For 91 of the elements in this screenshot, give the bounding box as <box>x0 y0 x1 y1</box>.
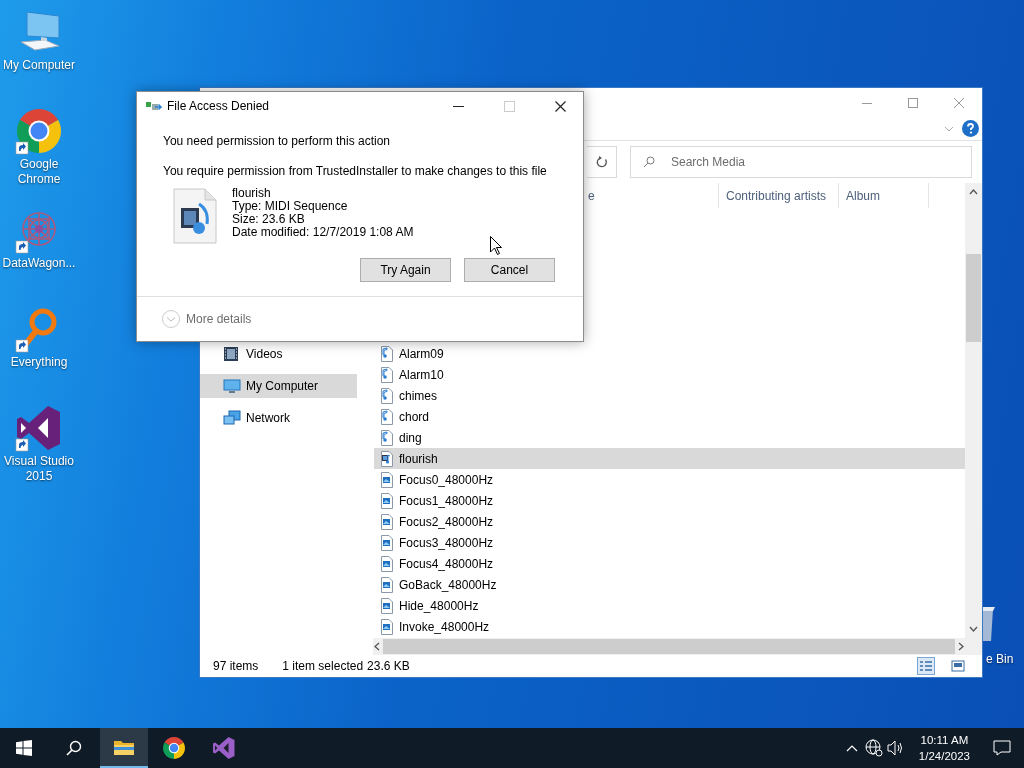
scroll-left-icon <box>373 642 380 651</box>
view-button[interactable] <box>917 657 935 675</box>
selection-status: 1 item selected <box>282 659 364 673</box>
maximize-icon <box>503 100 515 112</box>
vertical-scrollbar[interactable] <box>965 183 982 655</box>
dialog-title: File Access Denied <box>167 99 271 113</box>
file-row[interactable]: Focus4_48000Hz <box>374 553 966 574</box>
infinity-logo-icon <box>212 736 236 760</box>
image-file-icon <box>380 534 394 551</box>
file-row[interactable]: ding <box>374 427 966 448</box>
chrome-logo-icon <box>162 736 186 760</box>
image-file-icon <box>380 471 394 488</box>
column-header[interactable]: Contributing artists <box>719 183 839 208</box>
network-tray-button[interactable] <box>862 739 885 757</box>
refresh-icon <box>595 156 608 168</box>
more-details-link[interactable]: More details <box>186 312 252 326</box>
search-icon <box>66 740 82 756</box>
file-date-modified: Date modified: 12/7/2019 1:08 AM <box>232 225 414 240</box>
image-file-icon <box>380 513 394 530</box>
nav-item[interactable]: My Computer <box>200 374 357 398</box>
item-count: 97 items <box>213 659 259 673</box>
file-row[interactable]: Alarm09 <box>374 343 966 364</box>
nav-item[interactable]: Network <box>200 406 357 430</box>
windows-logo-icon <box>16 740 32 756</box>
speech-bubble-icon <box>993 740 1011 756</box>
file-row[interactable]: chimes <box>374 385 966 406</box>
file-row[interactable]: Hide_48000Hz <box>374 595 966 616</box>
image-file-icon <box>380 576 394 593</box>
refresh-button[interactable] <box>587 146 617 178</box>
image-file-icon <box>380 492 394 509</box>
infinity-logo-icon <box>15 404 63 452</box>
dialog-heading: You need permission to perform this action <box>163 133 391 149</box>
image-file-icon <box>380 555 394 572</box>
monitor-icon <box>223 378 241 394</box>
file-row[interactable]: flourish <box>374 448 966 469</box>
file-size: Size: 23.6 KB <box>232 212 305 227</box>
music-file-icon <box>380 345 394 362</box>
file-row[interactable]: Focus0_48000Hz <box>374 469 966 490</box>
expand-chevron-icon <box>162 310 180 328</box>
details-view-icon <box>919 660 933 672</box>
large-icons-view-icon <box>951 660 965 672</box>
image-file-icon <box>380 597 394 614</box>
expand-ribbon-button[interactable] <box>944 125 954 132</box>
scroll-up-icon <box>969 188 979 195</box>
file-type: Type: MIDI Sequence <box>232 199 349 214</box>
maximize-icon <box>908 97 918 108</box>
media-file-icon <box>380 450 394 467</box>
chrome-logo-icon <box>15 107 63 155</box>
scrollbar-thumb[interactable] <box>966 254 982 342</box>
music-file-icon <box>380 429 394 446</box>
file-row[interactable]: Focus2_48000Hz <box>374 511 966 532</box>
help-button[interactable] <box>962 120 979 137</box>
file-row[interactable]: Invoke_48000Hz <box>374 616 966 637</box>
help-icon <box>962 120 979 137</box>
view-button[interactable] <box>949 657 967 675</box>
dialog-button[interactable]: Cancel <box>464 258 555 282</box>
file-row[interactable]: GoBack_48000Hz <box>374 574 966 595</box>
search-icon <box>643 156 655 168</box>
file-row[interactable]: chord <box>374 406 966 427</box>
dialog-message: You require permission from TrustedInstaller to make changes to this file <box>163 163 548 179</box>
chevron-down-icon <box>944 125 954 132</box>
scroll-right-icon <box>958 642 966 651</box>
folder-icon <box>113 738 135 756</box>
close-icon <box>554 100 566 112</box>
taskbar-app-button[interactable] <box>100 728 148 768</box>
close-icon <box>954 97 964 108</box>
music-file-icon <box>380 408 394 425</box>
dialog-button[interactable]: Try Again <box>360 258 451 282</box>
selection-size: 23.6 KB <box>367 659 410 673</box>
search-field[interactable]: Search Media <box>630 146 972 178</box>
file-name: flourish <box>232 186 272 201</box>
music-file-icon <box>380 387 394 404</box>
image-file-icon <box>380 618 394 635</box>
network-icon <box>223 410 241 426</box>
speaker-icon <box>886 740 905 756</box>
file-row[interactable]: Alarm10 <box>374 364 966 385</box>
media-file-icon <box>173 188 217 244</box>
file-row[interactable]: Focus3_48000Hz <box>374 532 966 553</box>
globe-icon <box>864 739 883 757</box>
column-header[interactable]: Album <box>839 183 929 208</box>
nav-item[interactable]: Videos <box>200 342 357 366</box>
music-file-icon <box>380 366 394 383</box>
clock[interactable]: 10:11 AM 1/24/2023 <box>918 732 970 764</box>
desktop-icon-label[interactable]: Visual Studio 2015 <box>0 454 78 484</box>
mouse-cursor-icon <box>490 236 502 255</box>
film-icon <box>223 346 241 362</box>
scroll-down-icon <box>969 626 979 633</box>
file-transfer-icon <box>146 100 162 112</box>
file-row[interactable]: Focus1_48000Hz <box>374 490 966 511</box>
desktop-icon-label[interactable]: e Bin <box>986 652 1014 666</box>
caret-up-icon <box>845 744 858 752</box>
